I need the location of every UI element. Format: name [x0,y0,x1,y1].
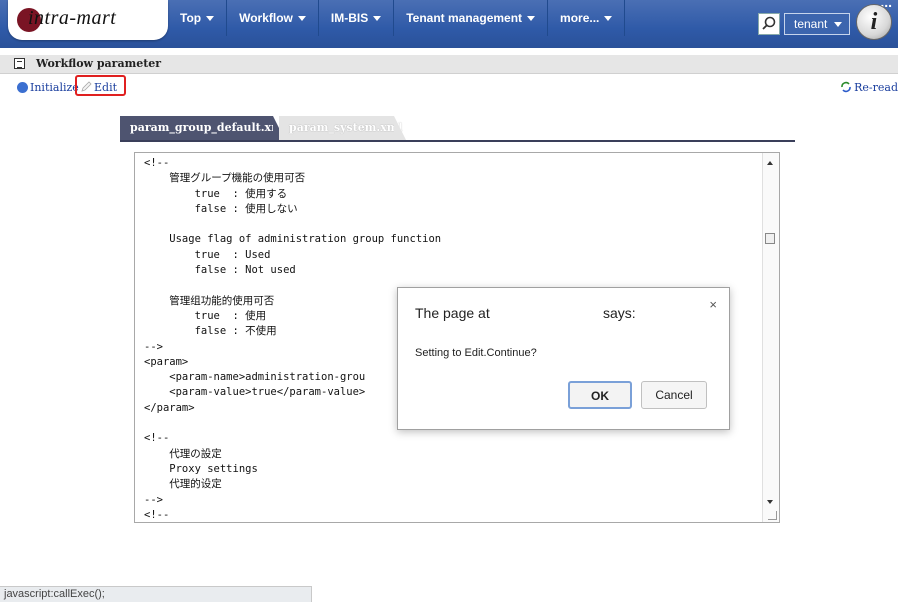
nav-im-bis[interactable]: IM-BIS [319,0,395,36]
code-line: true : Used [194,248,271,261]
nav-tenant-management[interactable]: Tenant management [394,0,549,36]
code-line: 管理グループ機能の使用可否 [169,172,306,185]
confirm-dialog: The page at says: × Setting to Edit.Cont… [397,287,730,430]
tenant-select-value: tenant [794,17,828,31]
file-tabs: param_group_default.xml param_system.xml [120,116,795,142]
code-line: <param> [144,355,189,368]
nav-im-bis-label: IM-BIS [330,11,369,25]
reread-link[interactable]: Re-read [840,81,898,94]
initialize-label: Initialize [30,81,79,94]
nav-workflow-label: Workflow [239,11,293,25]
initialize-link[interactable]: Initialize [17,81,79,94]
pencil-icon [81,81,92,92]
code-line: false : Not used [194,264,296,277]
scroll-thumb[interactable] [765,233,775,244]
nav-tenant-management-label: Tenant management [406,11,523,25]
page-title-bar: Workflow parameter [0,55,898,74]
intra-mart-logo[interactable]: intra-mart [8,0,168,40]
tenant-select[interactable]: tenant [784,13,850,35]
nav-top[interactable]: Top [168,0,228,36]
search-icon [762,16,776,30]
info-icon[interactable]: i [856,4,892,40]
reread-label: Re-read [854,81,898,94]
code-line: true : 使用 [194,309,267,322]
cancel-button[interactable]: Cancel [641,381,707,409]
page-title: Workflow parameter [36,57,162,70]
vertical-scrollbar[interactable] [762,153,779,522]
scroll-up-icon[interactable] [767,161,773,165]
chevron-down-icon [834,22,842,27]
chevron-down-icon [527,16,536,22]
nav-top-label: Top [180,11,202,25]
resize-grip-icon[interactable] [768,511,777,520]
code-line: <!-- [144,508,170,521]
main-menu: Top Workflow IM-BIS Tenant management mo… [168,0,626,36]
code-line: </param> [144,401,195,414]
chevron-down-icon [604,16,613,22]
code-line: <param-name>administration-grou [169,371,366,384]
redacted-host [500,299,598,323]
toolbar: Initialize Edit Re-read [0,75,898,97]
nav-more-label: more... [560,11,600,25]
code-line: 代理的设定 [169,478,222,491]
code-line: 代理の設定 [169,447,222,460]
code-line: false : 不使用 [194,325,277,338]
nav-workflow[interactable]: Workflow [227,0,319,36]
scroll-down-icon[interactable] [767,500,773,504]
close-icon[interactable]: × [709,297,717,312]
code-line: 管理组功能的使用可否 [169,294,275,307]
code-line: <!-- [144,432,170,445]
edit-link[interactable]: Edit [80,81,117,94]
nav-more[interactable]: more... [548,0,626,36]
chevron-down-icon [206,16,215,22]
logo-text: intra-mart [28,7,117,29]
edit-label: Edit [94,81,118,94]
reload-icon [841,81,851,93]
tab-param-system[interactable]: param_system.xml [279,116,406,140]
tab-param-group-default[interactable]: param_group_default.xml [120,116,287,140]
chevron-down-icon [373,16,382,22]
code-line: <!-- [144,157,170,169]
dialog-title: The page at [415,305,490,321]
code-line: Usage flag of administration group funct… [169,233,442,246]
code-line: false : 使用しない [194,202,298,215]
dialog-title-suffix: says: [603,305,636,321]
chevron-down-icon [297,16,306,22]
refresh-icon [17,82,28,93]
top-navigation-bar: ... intra-mart Top Workflow IM-BIS Tenan… [0,0,898,48]
page-icon [14,58,25,69]
ok-button[interactable]: OK [568,381,632,409]
dialog-message: Setting to Edit.Continue? [415,347,537,359]
code-line: true : 使用する [194,187,288,200]
code-line: --> [144,493,163,506]
code-line: --> [144,340,163,353]
status-bar: javascript:callExec(); [0,586,312,602]
code-line: Proxy settings [169,462,258,475]
code-line: <param-value>true</param-value> [169,386,366,399]
search-button[interactable] [758,13,780,35]
